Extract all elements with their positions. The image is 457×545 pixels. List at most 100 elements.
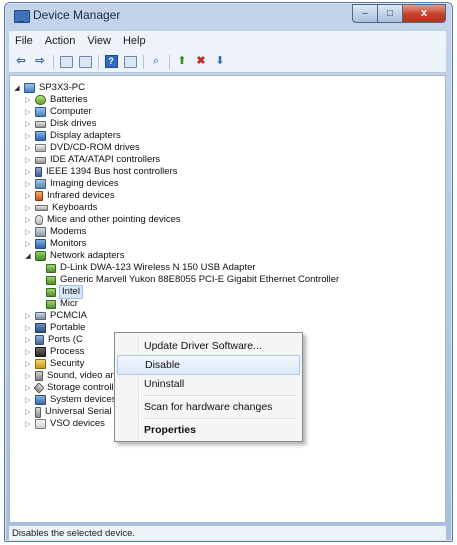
menu-item-update-driver[interactable]: Update Driver Software...	[117, 336, 300, 356]
tree-item-security-devices[interactable]: ▷ Security	[24, 358, 84, 370]
menu-item-properties[interactable]: Properties	[117, 420, 300, 440]
collapse-icon[interactable]: ◢	[24, 250, 32, 262]
expand-icon[interactable]: ▷	[24, 358, 32, 370]
device-tree[interactable]: ◢ SP3X3-PC ▷ Batteries ▷ Computer ▷ Disk…	[9, 75, 446, 523]
collapse-icon[interactable]: ◢	[13, 82, 21, 94]
expand-icon[interactable]: ▷	[24, 346, 32, 358]
expand-icon[interactable]: ▷	[24, 394, 32, 406]
tree-item-marvell-adapter[interactable]: Generic Marvell Yukon 88E8055 PCI-E Giga…	[46, 274, 339, 286]
disable-icon[interactable]: ⬇	[212, 55, 228, 69]
tree-item-computer[interactable]: ▷ Computer	[24, 106, 92, 118]
expand-icon[interactable]: ▷	[24, 214, 32, 226]
menu-item-scan-hardware[interactable]: Scan for hardware changes	[117, 397, 300, 417]
expand-icon[interactable]: ▷	[24, 418, 32, 430]
device-view-icon[interactable]	[122, 55, 138, 69]
menu-item-uninstall[interactable]: Uninstall	[117, 374, 300, 394]
tree-item-dvd-drives[interactable]: ▷ DVD/CD-ROM drives	[24, 142, 139, 154]
show-hidden-icon[interactable]	[77, 55, 93, 69]
help-icon[interactable]: ?	[103, 55, 119, 69]
menu-action[interactable]: Action	[39, 35, 82, 47]
forward-arrow-icon[interactable]: ⇨	[32, 55, 48, 69]
display-adapter-icon	[35, 131, 46, 141]
expand-icon[interactable]: ▷	[24, 226, 32, 238]
minimize-button[interactable]: –	[352, 4, 378, 23]
tree-item-label: Display adapters	[50, 130, 121, 141]
tree-item-vso-devices[interactable]: ▷ VSO devices	[24, 418, 105, 430]
tree-item-ports[interactable]: ▷ Ports (C	[24, 334, 83, 346]
menu-view[interactable]: View	[81, 35, 117, 47]
expand-icon[interactable]: ▷	[24, 406, 32, 418]
expand-icon[interactable]: ▷	[24, 202, 32, 214]
tree-item-dlink-adapter[interactable]: D-Link DWA-123 Wireless N 150 USB Adapte…	[46, 262, 256, 274]
network-adapter-icon	[35, 251, 46, 261]
tree-item-processors[interactable]: ▷ Process	[24, 346, 84, 358]
tree-item-intel-adapter[interactable]: Intel	[46, 285, 83, 299]
expand-icon[interactable]: ▷	[24, 238, 32, 250]
system-device-icon	[35, 395, 46, 405]
tree-item-label: Security	[50, 358, 85, 369]
computer-icon	[35, 107, 46, 117]
tree-item-keyboards[interactable]: ▷ Keyboards	[24, 202, 97, 214]
tree-item-label: Intel	[59, 285, 83, 299]
expand-icon[interactable]: ▷	[24, 322, 32, 334]
expand-icon[interactable]: ▷	[24, 154, 32, 166]
tree-item-label: Batteries	[50, 94, 88, 105]
network-card-icon	[46, 263, 56, 273]
tree-item-microsoft-adapter[interactable]: Micr	[46, 298, 78, 310]
expand-icon[interactable]: ▷	[24, 166, 32, 178]
tree-item-modems[interactable]: ▷ Modems	[24, 226, 86, 238]
tree-item-label: Micr	[60, 298, 78, 309]
tree-item-label: PCMCIA	[50, 310, 87, 321]
tree-item-label: D-Link DWA-123 Wireless N 150 USB Adapte…	[60, 262, 256, 273]
expand-icon[interactable]: ▷	[24, 106, 32, 118]
menu-file[interactable]: File	[9, 35, 39, 47]
status-bar: Disables the selected device.	[9, 526, 446, 540]
imaging-device-icon	[35, 179, 46, 189]
expand-icon[interactable]: ▷	[24, 190, 32, 202]
infrared-device-icon	[35, 191, 43, 201]
expand-icon[interactable]: ▷	[24, 142, 32, 154]
tree-item-imaging-devices[interactable]: ▷ Imaging devices	[24, 178, 119, 190]
expand-icon[interactable]: ▷	[24, 178, 32, 190]
tree-item-label: Ports (C	[48, 334, 83, 345]
tree-item-label: Mice and other pointing devices	[47, 214, 181, 225]
tree-root[interactable]: ◢ SP3X3-PC	[13, 82, 85, 94]
menu-item-disable[interactable]: Disable	[117, 355, 300, 375]
tree-item-monitors[interactable]: ▷ Monitors	[24, 238, 86, 250]
title-bar[interactable]: Device Manager – □ x	[5, 3, 452, 29]
tree-item-network-adapters[interactable]: ◢ Network adapters	[24, 250, 124, 262]
toolbar: ⇦ ⇨ ? ⌕ ⬆ ✖ ⬇	[9, 51, 446, 73]
tree-item-batteries[interactable]: ▷ Batteries	[24, 94, 88, 106]
menu-help[interactable]: Help	[117, 35, 152, 47]
tree-item-mice[interactable]: ▷ Mice and other pointing devices	[24, 214, 181, 226]
tree-item-storage-controllers[interactable]: ▷ Storage controllers	[24, 382, 127, 394]
close-button[interactable]: x	[403, 4, 446, 23]
scan-hardware-icon[interactable]: ⌕	[148, 55, 164, 69]
tree-item-label: IDE ATA/ATAPI controllers	[50, 154, 161, 165]
tree-item-ide-controllers[interactable]: ▷ IDE ATA/ATAPI controllers	[24, 154, 160, 166]
expand-icon[interactable]: ▷	[24, 94, 32, 106]
expand-icon[interactable]: ▷	[24, 334, 32, 346]
expand-icon[interactable]: ▷	[24, 370, 32, 382]
tree-item-pcmcia[interactable]: ▷ PCMCIA	[24, 310, 87, 322]
tree-item-portable-devices[interactable]: ▷ Portable	[24, 322, 85, 334]
update-driver-icon[interactable]: ⬆	[174, 55, 190, 69]
battery-icon	[35, 95, 46, 105]
expand-icon[interactable]: ▷	[24, 382, 32, 394]
uninstall-icon[interactable]: ✖	[193, 55, 209, 69]
tree-item-label: Disk drives	[50, 118, 97, 129]
maximize-button[interactable]: □	[378, 4, 403, 23]
tree-item-ieee1394[interactable]: ▷ IEEE 1394 Bus host controllers	[24, 166, 178, 178]
expand-icon[interactable]: ▷	[24, 118, 32, 130]
monitor-icon	[35, 239, 46, 249]
back-arrow-icon[interactable]: ⇦	[13, 55, 29, 69]
tree-item-display-adapters[interactable]: ▷ Display adapters	[24, 130, 121, 142]
device-manager-icon	[14, 10, 30, 23]
properties-icon[interactable]	[58, 55, 74, 69]
expand-icon[interactable]: ▷	[24, 130, 32, 142]
tree-item-disk-drives[interactable]: ▷ Disk drives	[24, 118, 96, 130]
tree-item-system-devices[interactable]: ▷ System devices	[24, 394, 117, 406]
expand-icon[interactable]: ▷	[24, 310, 32, 322]
window-title: Device Manager	[33, 8, 121, 22]
tree-item-infrared-devices[interactable]: ▷ Infrared devices	[24, 190, 115, 202]
